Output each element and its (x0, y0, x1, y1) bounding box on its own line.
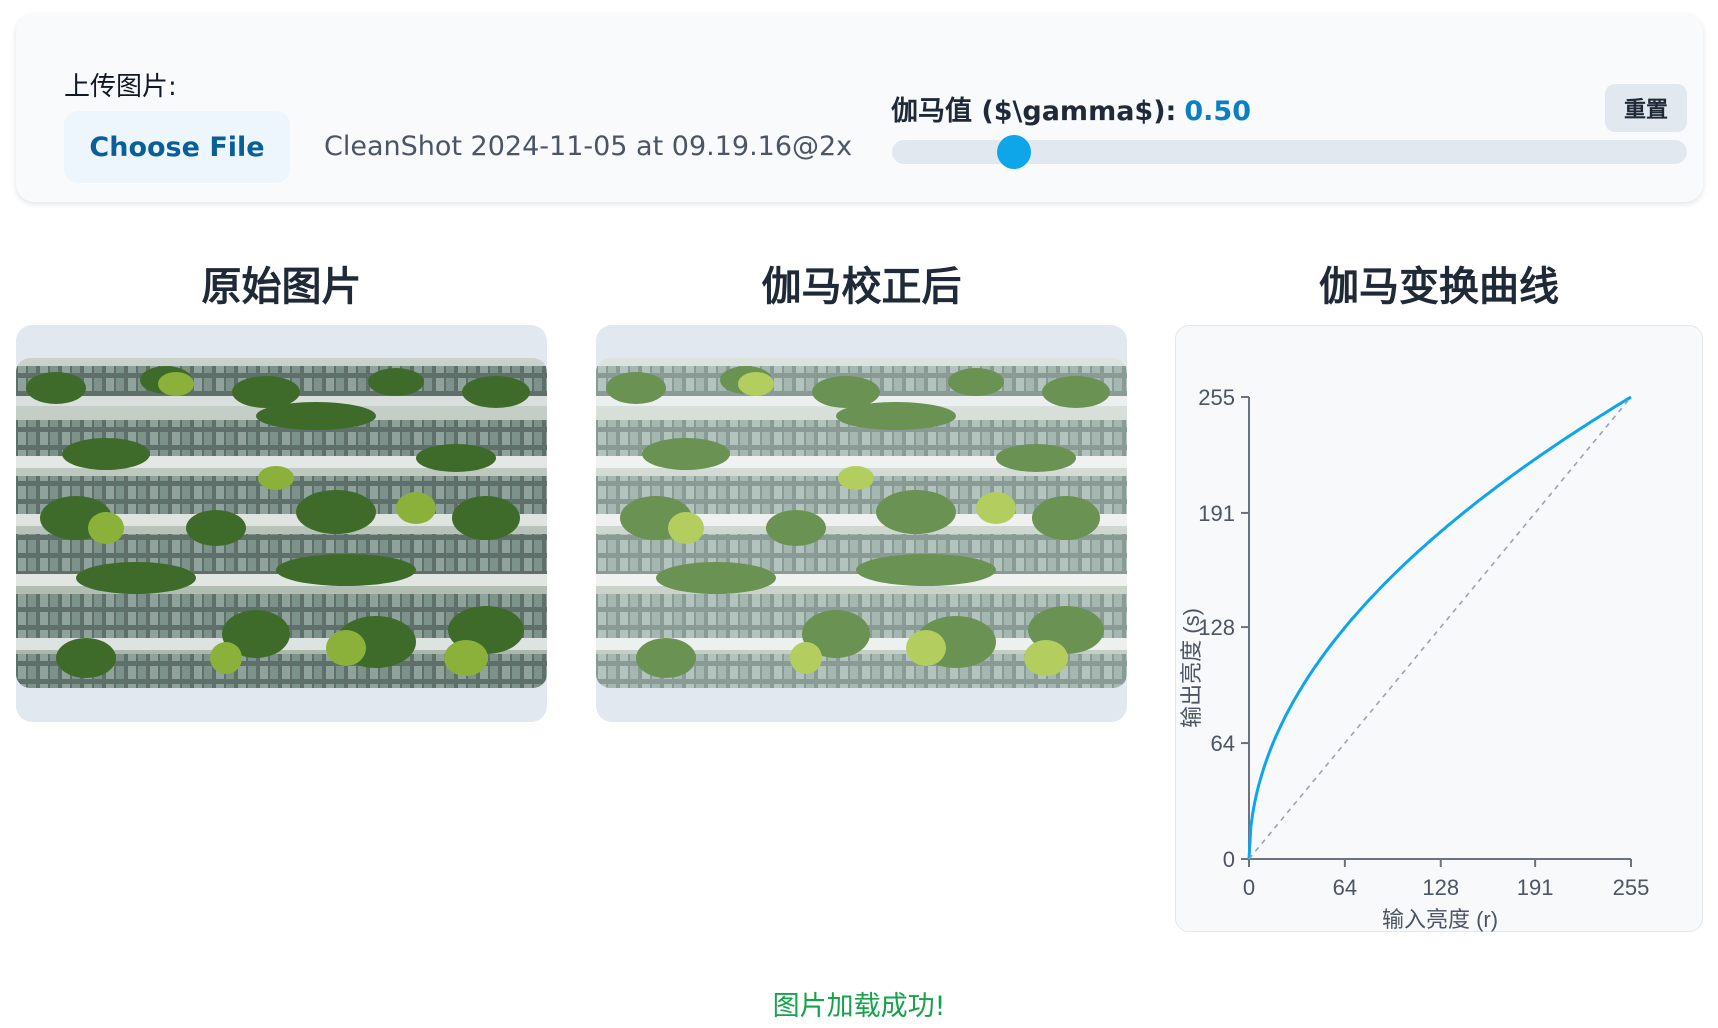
choose-file-button[interactable]: Choose File (64, 111, 290, 183)
original-image-card (16, 325, 547, 722)
gamma-curve-line (1247, 395, 1632, 860)
identity-reference-line (1248, 396, 1632, 860)
y-tick-label: 255 (1198, 385, 1235, 410)
corrected-image-title: 伽马校正后 (761, 264, 962, 310)
gamma-label: 伽马值 ($\gamma$): 0.50 (891, 89, 1251, 128)
selected-file-name: CleanShot 2024-11-05 at 09.19.16@2x (324, 131, 853, 162)
gamma-curve-svg: 0 64 128 191 255064128191255输入亮度 (r)输出亮度 (s) (1179, 385, 1650, 932)
original-image-title: 原始图片 (201, 264, 362, 310)
controls-panel: 上传图片: Choose File CleanShot 2024-11-05 a… (16, 14, 1703, 202)
x-tick-label: 0 (1243, 875, 1255, 900)
corrected-photo-graphic (596, 358, 1127, 688)
upload-label: 上传图片: (64, 72, 177, 102)
reset-button[interactable]: 重置 (1605, 84, 1687, 132)
status-message: 图片加载成功! (772, 991, 946, 1022)
corrected-image (596, 358, 1127, 688)
x-tick-label: 128 (1422, 875, 1459, 900)
y-axis-label: 输出亮度 (s) (1179, 608, 1204, 728)
original-photo-graphic (16, 358, 547, 688)
x-axis-label: 输入亮度 (r) (1382, 907, 1498, 932)
gamma-slider-thumb[interactable] (996, 135, 1031, 169)
x-tick-label: 64 (1333, 875, 1357, 900)
y-tick-label: 0 (1223, 847, 1235, 872)
y-tick-label: 191 (1198, 501, 1235, 526)
curve-title: 伽马变换曲线 (1319, 264, 1559, 310)
original-image (16, 358, 547, 688)
gamma-label-text: 伽马值 ($\gamma$): (891, 96, 1177, 127)
gamma-value: 0.50 (1184, 96, 1251, 127)
y-tick-label: 64 (1211, 731, 1235, 756)
x-tick-label: 191 (1517, 875, 1554, 900)
x-tick-label: 255 (1613, 875, 1650, 900)
corrected-image-card (596, 325, 1127, 722)
gamma-curve-chart: 0 64 128 191 255 0 64 128 191 255 输入亮度 (r) 输出亮度 (s) (1175, 325, 1703, 932)
